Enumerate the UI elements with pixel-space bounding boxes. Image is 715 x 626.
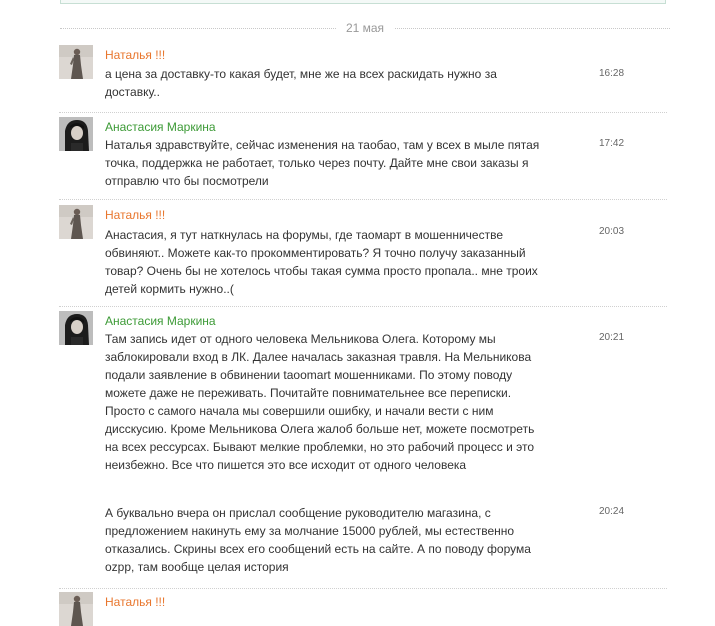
author-name[interactable]: Наталья !!! [105, 47, 165, 63]
message-text: а цена за доставку-то какая будет, мне ж… [105, 67, 497, 99]
author-name[interactable]: Наталья !!! [105, 594, 165, 610]
message-time: 20:24 [599, 506, 625, 517]
author-name[interactable]: Анастасия Маркина [105, 119, 216, 135]
natalya-avatar[interactable] [59, 592, 93, 626]
anastasia-avatar[interactable] [59, 311, 93, 345]
message-divider [59, 306, 667, 307]
message-time: 20:21 [599, 332, 625, 343]
date-separator: 21 мая [60, 20, 670, 36]
author-name[interactable]: Анастасия Маркина [105, 313, 216, 329]
message-divider [59, 112, 667, 113]
message-time: 17:42 [599, 138, 625, 149]
message-text: Там запись идет от одного человека Мельн… [105, 332, 535, 472]
message-divider [59, 199, 667, 200]
message-time: 16:28 [599, 68, 625, 79]
message-time: 20:03 [599, 226, 625, 237]
message-text: Наталья здравствуйте, сейчас изменения н… [105, 138, 540, 188]
message-divider [59, 588, 667, 589]
author-name[interactable]: Наталья !!! [105, 207, 165, 223]
message-text: А буквально вчера он прислал сообщение р… [105, 506, 531, 574]
top-panel [60, 0, 666, 4]
natalya-avatar[interactable] [59, 45, 93, 79]
message-text: Анастасия, я тут наткнулась на форумы, г… [105, 228, 538, 296]
date-label: 21 мая [335, 20, 395, 36]
natalya-avatar[interactable] [59, 205, 93, 239]
anastasia-avatar[interactable] [59, 117, 93, 151]
